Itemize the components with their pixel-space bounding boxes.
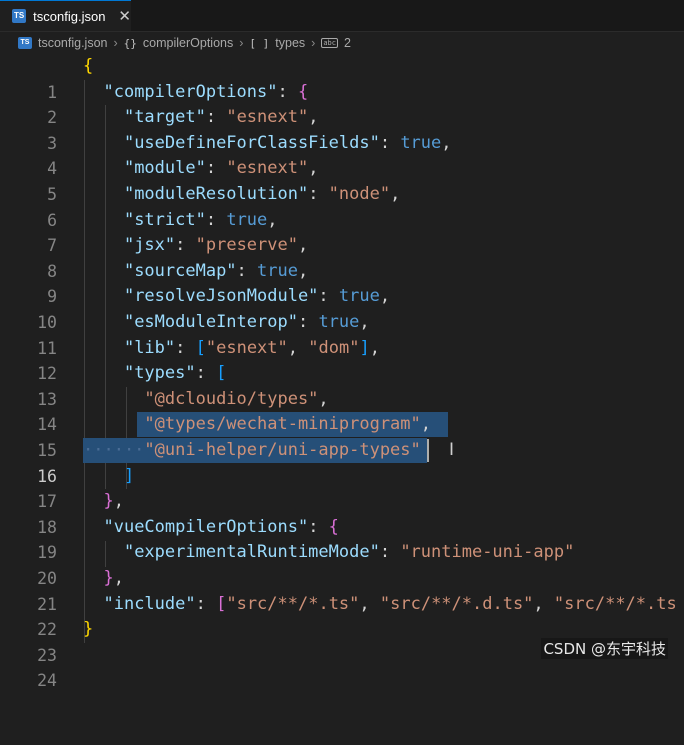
code-line-8: 8 "jsx": "preserve",	[0, 233, 684, 281]
chevron-right-icon: ›	[311, 36, 316, 50]
code-line-7: 7 "strict": true,	[0, 208, 684, 256]
tab-title: tsconfig.json	[33, 8, 106, 24]
tab-tsconfig[interactable]: TS tsconfig.json ✕	[0, 0, 131, 31]
code-line-10: 10 "resolveJsonModule": true,	[0, 284, 684, 332]
code-line-15: 15 "@types/wechat-miniprogram",	[0, 412, 684, 460]
code-line-2: 2 "compilerOptions": {	[0, 80, 684, 128]
code-line-19: 19 "vueCompilerOptions": {	[0, 515, 684, 563]
chevron-right-icon: ›	[113, 36, 118, 50]
breadcrumb-section[interactable]: compilerOptions	[143, 36, 233, 50]
breadcrumb-file[interactable]: tsconfig.json	[38, 36, 107, 50]
code-line-21: 21 },	[0, 566, 684, 614]
code-line-1: 1 {	[0, 54, 684, 102]
breadcrumb: TS tsconfig.json › {} compilerOptions › …	[0, 32, 684, 54]
code-line-13: 13 "types": [	[0, 361, 684, 409]
code-line-22: 22 "include": ["src/**/*.ts", "src/**/*.…	[0, 592, 684, 640]
code-editor[interactable]: 1 { 2 "compilerOptions": { 3 "target": "…	[0, 54, 684, 690]
array-icon: [ ]	[249, 36, 270, 50]
code-line-18: 18 },	[0, 489, 684, 537]
string-value-icon: abc	[321, 38, 338, 48]
mouse-ibeam-cursor: Ι	[449, 440, 455, 460]
typescript-file-icon: TS	[18, 37, 32, 49]
code-line-17: 17 ]	[0, 464, 684, 512]
breadcrumb-count[interactable]: 2	[344, 36, 351, 50]
code-line-3: 3 "target": "esnext",	[0, 105, 684, 153]
code-line-14: 14 "@dcloudio/types",	[0, 387, 684, 435]
code-line-9: 9 "sourceMap": true,	[0, 259, 684, 307]
code-line-5: 5 "module": "esnext",	[0, 156, 684, 204]
code-line-12: 12 "lib": ["esnext", "dom"],	[0, 336, 684, 384]
code-line-11: 11 "esModuleInterop": true,	[0, 310, 684, 358]
code-line-6: 6 "moduleResolution": "node",	[0, 182, 684, 230]
tab-bar: TS tsconfig.json ✕	[0, 0, 684, 32]
object-icon: {}	[123, 36, 137, 50]
line-number: 24	[37, 671, 57, 691]
code-line-20: 20 "experimentalRuntimeMode": "runtime-u…	[0, 540, 684, 588]
close-icon[interactable]: ✕	[118, 7, 131, 25]
typescript-file-icon: TS	[12, 9, 27, 23]
code-line-16: 16 ······"@uni-helper/uni-app-types"	[0, 438, 684, 486]
breadcrumb-key[interactable]: types	[275, 36, 305, 50]
watermark: CSDN @东宇科技	[541, 638, 668, 659]
code-line-4: 4 "useDefineForClassFields": true,	[0, 131, 684, 179]
chevron-right-icon: ›	[239, 36, 244, 50]
